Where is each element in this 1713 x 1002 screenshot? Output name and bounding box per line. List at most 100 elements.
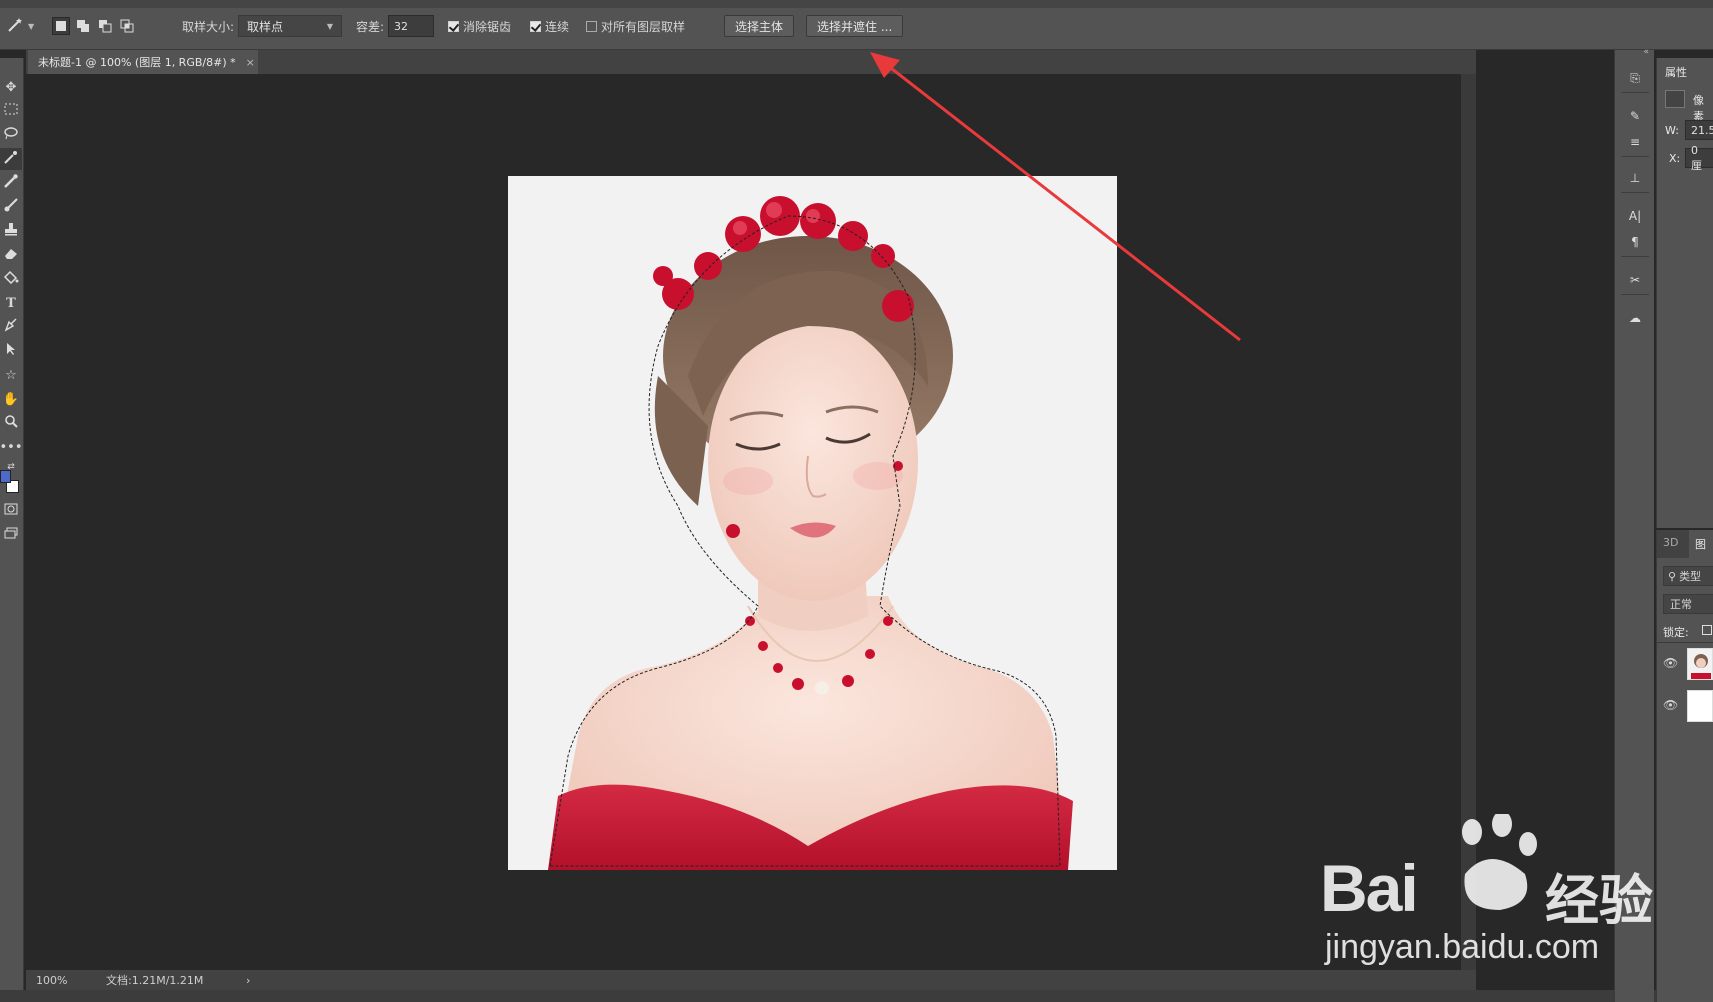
brush-tool[interactable] bbox=[0, 196, 22, 218]
foreground-color-swatch[interactable] bbox=[0, 470, 11, 483]
search-icon: ⚲ bbox=[1668, 569, 1677, 583]
layer-thumbnail bbox=[1687, 648, 1713, 680]
antialias-checkbox[interactable]: 消除锯齿 bbox=[448, 13, 511, 39]
checkbox-checked-icon bbox=[448, 20, 459, 32]
select-subject-group: 选择主体 bbox=[724, 13, 795, 39]
lock-transparent-pixels-icon[interactable] bbox=[1702, 625, 1712, 635]
magic-wand-preset-picker[interactable]: ▼ bbox=[6, 13, 34, 39]
tolerance-group: 容差: 32 bbox=[356, 13, 435, 39]
hand-tool[interactable]: ✋ bbox=[0, 388, 22, 410]
character-icon: A| bbox=[1628, 209, 1642, 223]
watermark-brand-left: Bai bbox=[1320, 851, 1419, 925]
eyedropper-icon bbox=[3, 173, 19, 193]
blend-mode-select[interactable]: 正常 bbox=[1663, 594, 1713, 614]
contiguous-checkbox[interactable]: 连续 bbox=[530, 13, 569, 39]
lock-label: 锁定: bbox=[1663, 626, 1689, 639]
tolerance-input[interactable]: 32 bbox=[388, 15, 435, 37]
select-and-mask-label: 选择并遮住 ... bbox=[817, 19, 893, 34]
history-panel-button[interactable]: ⎘ bbox=[1623, 66, 1647, 90]
magic-wand-icon bbox=[6, 16, 26, 37]
path-select-tool[interactable] bbox=[0, 340, 22, 362]
paragraph-panel-button[interactable]: ¶ bbox=[1623, 230, 1647, 254]
baidu-watermark: Bai 经验 jingyan.baidu.com bbox=[1300, 810, 1700, 970]
screen-mode-icon bbox=[4, 527, 18, 543]
eye-icon[interactable]: 👁 bbox=[1663, 656, 1678, 670]
move-icon: ✥ bbox=[5, 79, 17, 95]
tab-3d[interactable]: 3D bbox=[1663, 536, 1678, 549]
antialias-label: 消除锯齿 bbox=[463, 19, 512, 34]
pen-tool[interactable] bbox=[0, 316, 22, 338]
lasso-tool[interactable] bbox=[0, 124, 22, 146]
star-shape-icon: ☆ bbox=[5, 367, 17, 383]
screen-mode-button[interactable] bbox=[0, 524, 22, 546]
document-tab-title: 未标题-1 @ 100% (图层 1, RGB/8#) * bbox=[38, 56, 236, 69]
select-subject-button[interactable]: 选择主体 bbox=[724, 15, 795, 37]
pixel-layer-icon bbox=[1665, 90, 1685, 108]
type-tool[interactable]: T bbox=[0, 292, 22, 314]
eyedropper-tool[interactable] bbox=[0, 172, 22, 194]
paragraph-icon: ¶ bbox=[1631, 235, 1639, 249]
quick-mask-button[interactable] bbox=[0, 500, 22, 522]
more-tools-button[interactable]: ••• bbox=[0, 436, 23, 458]
marquee-tool[interactable] bbox=[0, 100, 22, 122]
tool-presets-button[interactable]: ✂ bbox=[1623, 268, 1647, 292]
collapse-dock-button[interactable]: « bbox=[1615, 47, 1655, 58]
brush-icon bbox=[3, 197, 19, 217]
width-label: W: bbox=[1665, 124, 1679, 137]
scissors-icon: ✂ bbox=[1629, 273, 1641, 287]
checkbox-checked-icon bbox=[530, 20, 541, 32]
brush-settings-button[interactable]: ✎ bbox=[1623, 104, 1647, 128]
contiguous-label: 连续 bbox=[545, 19, 570, 34]
stamp-tool[interactable] bbox=[0, 220, 22, 242]
eraser-icon bbox=[3, 246, 19, 264]
status-menu-arrow[interactable]: › bbox=[246, 974, 250, 987]
subtract-from-selection-button[interactable] bbox=[96, 17, 114, 35]
select-subject-label: 选择主体 bbox=[735, 19, 784, 34]
close-tab-button[interactable]: × bbox=[246, 56, 255, 69]
lasso-icon bbox=[3, 126, 19, 144]
double-chevron-icon: « bbox=[1643, 47, 1649, 57]
move-tool[interactable]: ✥ bbox=[0, 76, 22, 98]
eraser-tool[interactable] bbox=[0, 244, 22, 266]
libraries-button[interactable]: ☁ bbox=[1623, 306, 1647, 330]
watermark-url: jingyan.baidu.com bbox=[1325, 928, 1600, 966]
custom-shape-tool[interactable]: ☆ bbox=[0, 364, 22, 386]
character-panel-button[interactable]: A| bbox=[1623, 204, 1647, 228]
color-swatches[interactable] bbox=[0, 468, 22, 496]
properties-panel: 属性 像素 W: 21.5 X: 0 厘 bbox=[1656, 58, 1713, 528]
rect-marquee-icon bbox=[4, 103, 18, 119]
adjustments-button[interactable]: ≡ bbox=[1623, 130, 1647, 154]
new-selection-button[interactable] bbox=[52, 17, 70, 35]
select-and-mask-button[interactable]: 选择并遮住 ... bbox=[806, 15, 904, 37]
layer-row[interactable]: 👁 bbox=[1657, 686, 1713, 726]
menu-bar-strip bbox=[0, 0, 1713, 8]
history-icon: ⎘ bbox=[1630, 70, 1640, 85]
tab-layers[interactable]: 图 bbox=[1689, 530, 1713, 558]
zoom-level[interactable]: 100% bbox=[36, 974, 106, 987]
width-input[interactable]: 21.5 bbox=[1685, 120, 1713, 140]
cursor-arrow-icon bbox=[4, 342, 18, 360]
properties-tab[interactable]: 属性 bbox=[1665, 64, 1687, 80]
sample-all-layers-label: 对所有图层取样 bbox=[601, 19, 686, 34]
layer-row[interactable]: 👁 bbox=[1657, 644, 1713, 684]
add-to-selection-button[interactable] bbox=[74, 17, 92, 35]
selection-mode-group bbox=[52, 13, 136, 39]
magic-wand-tool[interactable] bbox=[0, 148, 22, 170]
sample-size-select[interactable]: 取样点 ▼ bbox=[238, 15, 343, 37]
watermark-brand-right: 经验 bbox=[1545, 869, 1653, 932]
paint-bucket-tool[interactable] bbox=[0, 268, 22, 290]
clone-source-button[interactable]: ⊥ bbox=[1623, 166, 1647, 190]
paw-logo-icon bbox=[1450, 811, 1540, 914]
intersect-selection-button[interactable] bbox=[118, 17, 136, 35]
sample-all-layers-checkbox[interactable]: 对所有图层取样 bbox=[586, 13, 685, 39]
document-tab[interactable]: 未标题-1 @ 100% (图层 1, RGB/8#) * × bbox=[28, 50, 258, 74]
layer-filter-label: 类型 bbox=[1679, 570, 1702, 583]
sample-size-group: 取样大小: 取样点 ▼ bbox=[182, 13, 343, 39]
bottom-panel-strip bbox=[0, 990, 1713, 1002]
eye-icon[interactable]: 👁 bbox=[1663, 698, 1678, 712]
creative-cloud-icon: ☁ bbox=[1629, 311, 1641, 325]
x-input[interactable]: 0 厘 bbox=[1685, 144, 1713, 172]
blend-mode-value: 正常 bbox=[1670, 598, 1692, 611]
zoom-tool[interactable] bbox=[0, 412, 22, 434]
layer-filter-select[interactable]: ⚲ 类型 bbox=[1663, 566, 1713, 586]
